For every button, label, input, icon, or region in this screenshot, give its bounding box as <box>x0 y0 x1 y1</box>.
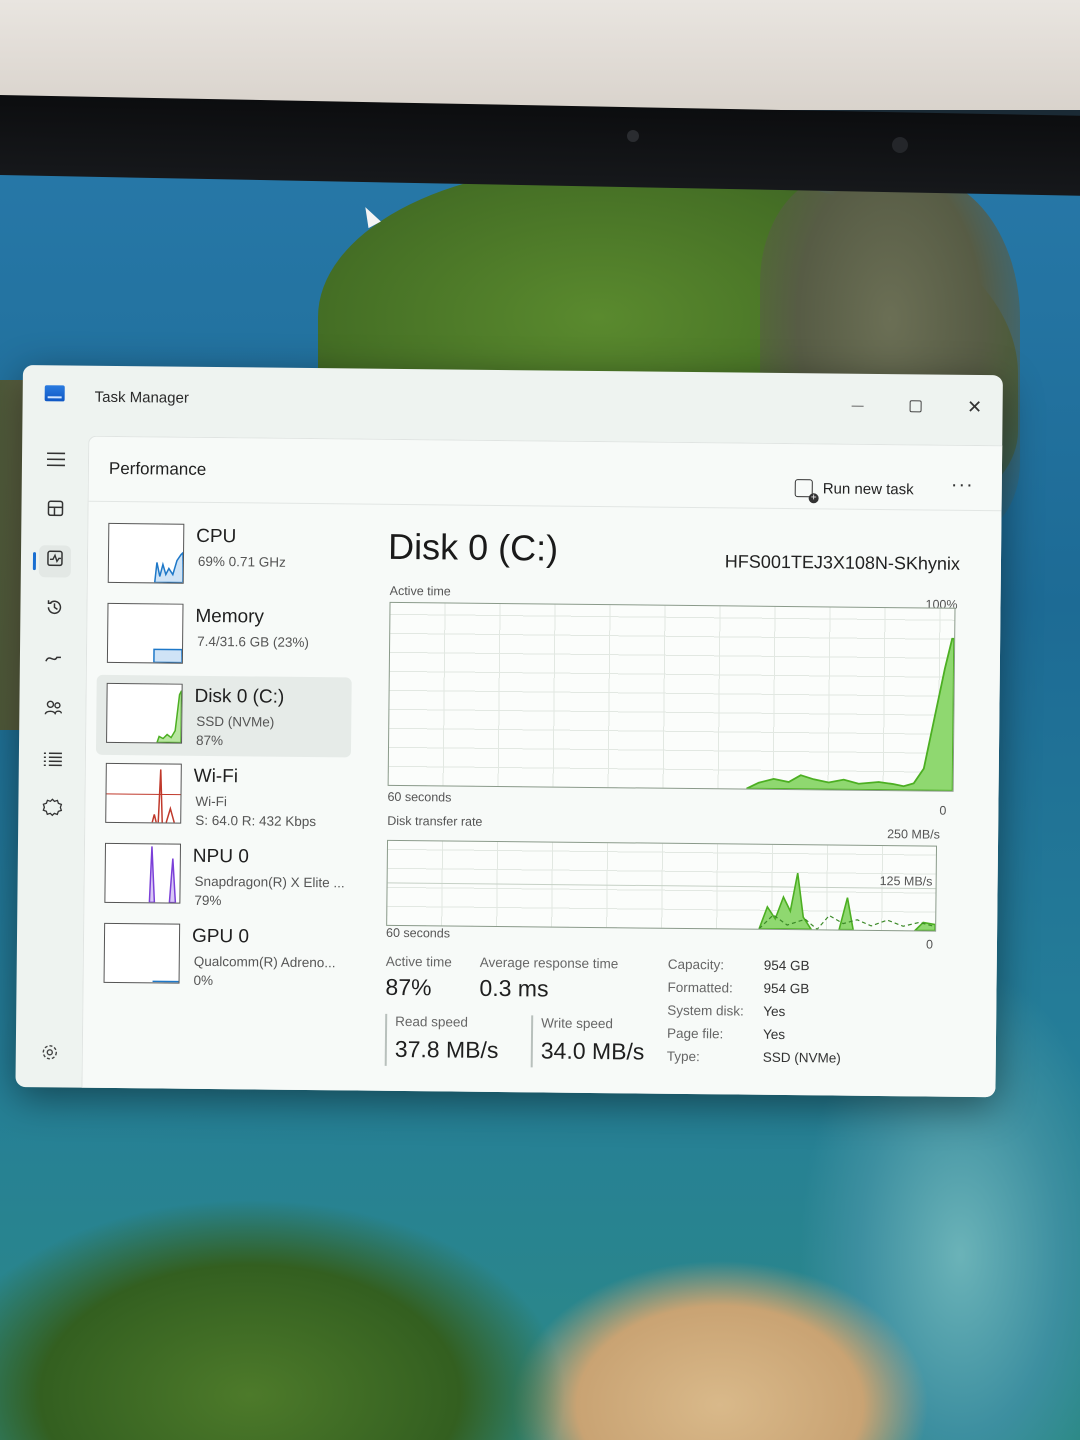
resource-detail: SSD (NVMe) <box>196 713 275 730</box>
capacity-label: Capacity: <box>667 956 725 973</box>
read-speed-divider <box>384 1013 388 1066</box>
resource-detail: 7.4/31.6 GB (23%) <box>197 633 310 651</box>
active-time-stat-value: 87% <box>385 973 432 1001</box>
transfer-rate-graph-duration: 60 seconds <box>386 925 451 941</box>
transfer-rate-graph-min: 0 <box>925 937 934 952</box>
avg-response-stat-value: 0.3 ms <box>479 974 549 1002</box>
disk-model: HFS001TEJ3X108N-SKhynix <box>724 551 961 574</box>
active-time-graph-duration: 60 seconds <box>387 789 452 805</box>
formatted-value: 954 GB <box>763 980 810 997</box>
startup-apps-icon[interactable] <box>38 645 70 677</box>
navigation-rail <box>15 427 88 1088</box>
read-speed-label: Read speed <box>395 1013 469 1030</box>
disk-title: Disk 0 (C:) <box>387 525 559 569</box>
page-file-label: Page file: <box>666 1025 724 1042</box>
read-speed-value: 37.8 MB/s <box>394 1035 499 1064</box>
resource-name: GPU 0 <box>191 925 250 948</box>
type-label: Type: <box>666 1048 700 1065</box>
gpu-thumbnail-graph <box>103 922 181 984</box>
transfer-rate-graph: 125 MB/s <box>386 839 938 932</box>
settings-gear-icon[interactable] <box>34 1039 66 1071</box>
resource-detail: 69% 0.71 GHz <box>197 553 286 570</box>
wifi-thumbnail-graph <box>105 762 182 824</box>
minimize-button[interactable] <box>837 392 877 420</box>
avg-response-stat-label: Average response time <box>479 954 619 972</box>
system-disk-label: System disk: <box>667 1002 744 1019</box>
close-button[interactable]: ✕ <box>954 393 994 421</box>
resource-list: CPU 69% 0.71 GHz Memory 7.4/31.6 GB (23%… <box>95 515 358 988</box>
header-divider <box>88 500 1003 512</box>
hamburger-menu-icon[interactable] <box>40 445 72 477</box>
write-speed-label: Write speed <box>541 1015 614 1032</box>
more-options-button[interactable]: ··· <box>951 474 974 497</box>
write-speed-value: 34.0 MB/s <box>540 1037 645 1065</box>
resource-item-cpu[interactable]: CPU 69% 0.71 GHz <box>98 515 354 598</box>
resource-item-memory[interactable]: Memory 7.4/31.6 GB (23%) <box>97 595 353 678</box>
active-time-graph-label: Active time <box>389 583 451 599</box>
transfer-rate-graph-label: Disk transfer rate <box>387 813 483 829</box>
webcam-icon <box>627 130 639 142</box>
details-icon[interactable] <box>37 745 69 777</box>
cpu-thumbnail-graph <box>107 522 185 584</box>
resource-item-npu[interactable]: NPU 0 Snapdragon(R) X Elite ... 79% <box>94 835 350 918</box>
resource-usage: 0% <box>193 972 214 989</box>
resource-name: Disk 0 (C:) <box>194 685 285 708</box>
performance-icon[interactable] <box>38 545 72 578</box>
task-manager-app-icon <box>44 385 65 402</box>
resource-item-wifi[interactable]: Wi-Fi Wi-Fi S: 64.0 R: 432 Kbps <box>95 755 351 838</box>
room-wall <box>0 0 1080 110</box>
transfer-rate-graph-max: 250 MB/s <box>887 827 941 842</box>
sensor-icon <box>892 137 908 153</box>
run-task-icon <box>794 479 813 498</box>
run-new-task-button[interactable]: Run new task <box>794 476 914 501</box>
active-nav-indicator <box>32 552 37 571</box>
resource-detail: Wi-Fi <box>195 793 228 810</box>
active-time-graph-min: 0 <box>939 803 947 818</box>
page-file-value: Yes <box>762 1026 786 1043</box>
run-new-task-label: Run new task <box>822 479 914 498</box>
task-manager-window: Task Manager ✕ Performance + Run new tas… <box>15 365 1003 1098</box>
users-icon[interactable] <box>37 695 69 727</box>
active-time-graph <box>387 601 956 792</box>
resource-usage: S: 64.0 R: 432 Kbps <box>195 812 317 830</box>
resource-name: CPU <box>196 525 237 548</box>
resource-name: Wi-Fi <box>193 765 239 788</box>
resource-name: NPU 0 <box>192 845 249 868</box>
active-time-stat-label: Active time <box>385 953 452 970</box>
window-title: Task Manager <box>94 388 189 407</box>
capacity-value: 954 GB <box>763 957 810 974</box>
write-speed-divider <box>530 1015 534 1068</box>
memory-thumbnail-graph <box>106 602 184 664</box>
resource-usage: 79% <box>194 892 222 909</box>
resource-item-gpu[interactable]: GPU 0 Qualcomm(R) Adreno... 0% <box>93 915 349 998</box>
page-title: Performance <box>108 458 207 479</box>
title-bar[interactable]: Task Manager ✕ <box>22 365 1003 437</box>
type-value: SSD (NVMe) <box>762 1049 841 1066</box>
app-history-icon[interactable] <box>38 595 70 627</box>
resource-detail: Qualcomm(R) Adreno... <box>193 953 336 971</box>
resource-item-disk[interactable]: Disk 0 (C:) SSD (NVMe) 87% <box>95 674 352 758</box>
services-icon[interactable] <box>36 795 68 827</box>
resource-usage: 87% <box>196 732 224 749</box>
disk-detail-panel: Disk 0 (C:) HFS001TEJ3X108N-SKhynix Acti… <box>383 518 989 1084</box>
processes-icon[interactable] <box>39 495 71 527</box>
system-disk-value: Yes <box>763 1003 786 1020</box>
resource-name: Memory <box>195 605 265 628</box>
maximize-button[interactable] <box>895 392 935 420</box>
resource-detail: Snapdragon(R) X Elite ... <box>194 873 345 891</box>
formatted-label: Formatted: <box>667 979 733 996</box>
npu-thumbnail-graph <box>104 842 181 904</box>
disk-thumbnail-graph <box>106 682 183 744</box>
performance-page: Performance Run new task ··· CPU 69% 0.7… <box>81 435 1003 1098</box>
